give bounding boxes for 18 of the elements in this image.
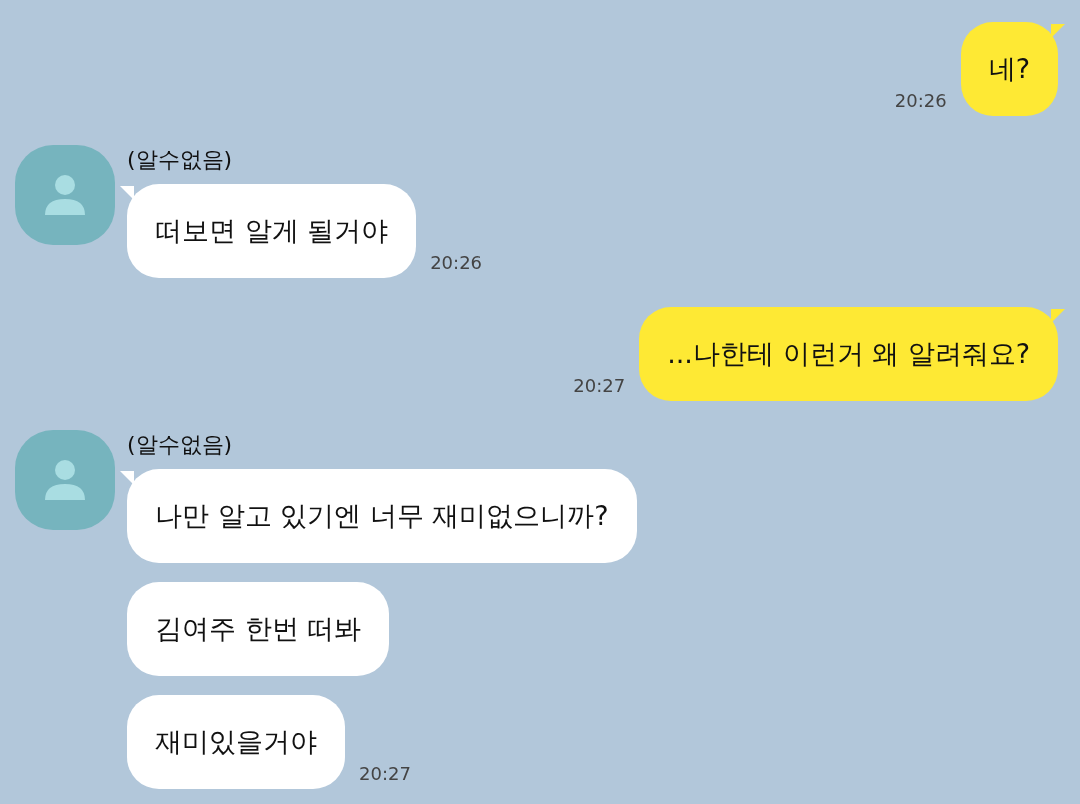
sender-name: (알수없음)	[127, 147, 234, 173]
message-bubble: 나만 알고 있기엔 너무 재미없으니까?	[127, 469, 637, 563]
avatar-icon	[15, 430, 115, 530]
bubble-tail	[1051, 309, 1065, 323]
avatar-icon	[15, 145, 115, 245]
message-bubble: 네?	[960, 22, 1058, 116]
message-time: 20:26	[894, 89, 947, 113]
message-bubble: ...나한테 이런거 왜 알려줘요?	[639, 307, 1058, 401]
message-time: 20:26	[430, 251, 483, 275]
message-bubble: 떠보면 알게 될거야	[127, 184, 417, 278]
message-bubble: 김여주 한번 떠봐	[127, 582, 390, 676]
bubble-tail	[1051, 24, 1065, 38]
bubble-tail	[120, 471, 134, 485]
message-time: 20:27	[573, 374, 626, 398]
message-time: 20:27	[359, 762, 411, 786]
sender-name: (알수없음)	[127, 432, 234, 458]
bubble-tail	[120, 186, 134, 200]
message-bubble: 재미있을거야	[127, 695, 345, 789]
